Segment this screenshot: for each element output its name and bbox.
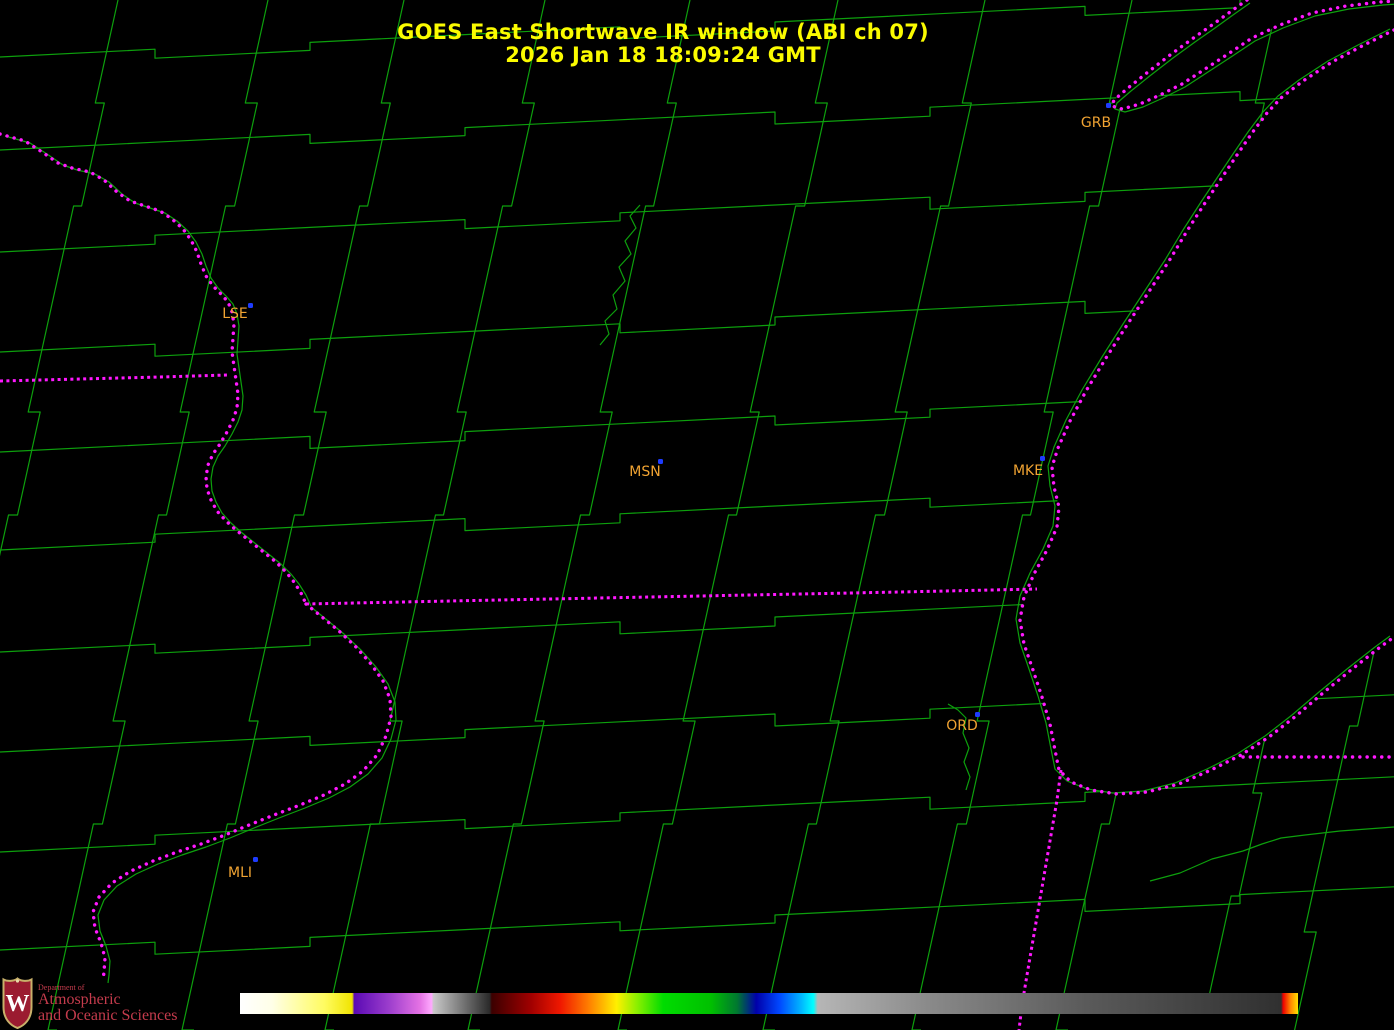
station-label: ORD — [946, 718, 978, 734]
ir-temperature-colorbar — [240, 993, 1298, 1014]
uw-aos-logo: W Department of Atmospheric and Oceanic … — [2, 977, 177, 1029]
station-dot — [1106, 103, 1111, 108]
image-title: GOES East Shortwave IR window (ABI ch 07… — [397, 21, 929, 67]
county-border — [618, 0, 838, 1030]
title-line-2: 2026 Jan 18 18:09:24 GMT — [397, 44, 929, 67]
station-label: MLI — [228, 865, 252, 881]
station-dot — [975, 712, 980, 717]
station-dot — [1040, 456, 1045, 461]
logo-name-line-1: Atmospheric — [38, 992, 177, 1008]
river-county-line — [1150, 827, 1394, 881]
river-county-line — [98, 607, 396, 983]
station-dot — [248, 303, 253, 308]
uw-crest-icon: W — [2, 977, 33, 1029]
svg-text:W: W — [6, 991, 30, 1017]
county-border — [468, 0, 690, 1030]
station-label: LSE — [222, 306, 248, 322]
state-border-mississippi-river — [0, 134, 306, 604]
title-line-1: GOES East Shortwave IR window (ABI ch 07… — [397, 21, 929, 44]
county-border — [325, 0, 545, 1030]
station-label: GRB — [1081, 115, 1111, 131]
county-border — [0, 887, 1394, 954]
river-county-line — [948, 704, 970, 790]
state-border-mn-ia — [0, 375, 228, 381]
county-border — [763, 0, 985, 1030]
river-county-line — [5, 136, 311, 606]
station-dot — [253, 857, 258, 862]
county-border — [0, 92, 1394, 150]
county-border — [182, 0, 404, 1030]
satellite-image-viewport: GOES East Shortwave IR window (ABI ch 07… — [0, 0, 1394, 1030]
map-overlay — [0, 0, 1394, 1030]
county-border — [0, 0, 118, 1030]
logo-text: Department of Atmospheric and Oceanic Sc… — [38, 977, 177, 1025]
logo-name-line-2: and Oceanic Sciences — [38, 1008, 177, 1024]
state-border-wi-il — [306, 589, 1037, 604]
state-border-il-in — [1019, 770, 1061, 1030]
station-label: MSN — [629, 464, 660, 480]
station-label: MKE — [1013, 463, 1043, 479]
